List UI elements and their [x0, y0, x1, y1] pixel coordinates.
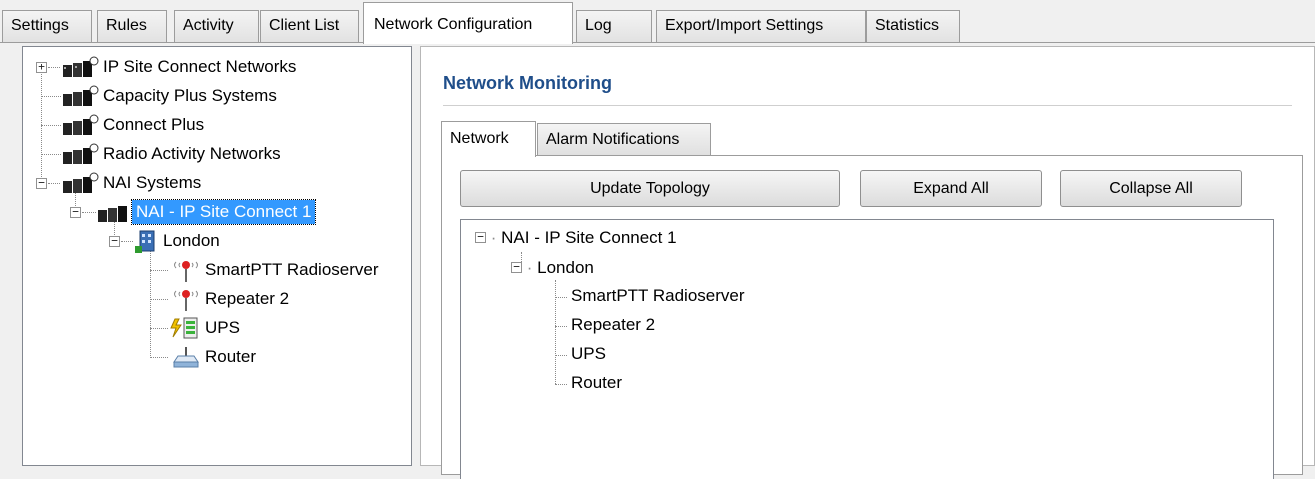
- tree-connector: [41, 96, 61, 97]
- expand-icon[interactable]: +: [36, 61, 47, 73]
- tree-connector: [555, 384, 567, 385]
- network-icon: [63, 143, 99, 164]
- building-icon: [135, 230, 155, 253]
- tabstrip-baseline: [0, 42, 1315, 43]
- network-icon: [98, 206, 127, 222]
- collapse-icon[interactable]: −: [36, 177, 47, 189]
- tree-item-router[interactable]: Router: [23, 343, 411, 372]
- tree-connector: [121, 241, 133, 242]
- tree-item-label: Router: [205, 347, 257, 366]
- expand-all-button[interactable]: Expand All: [860, 170, 1042, 207]
- tab-activity[interactable]: Activity: [174, 10, 259, 42]
- collapse-icon[interactable]: −: [109, 235, 120, 247]
- network-icon: [63, 114, 99, 135]
- tree-item-label: UPS: [205, 318, 240, 337]
- tree-connector: ·: [526, 258, 533, 277]
- topology-root-label: NAI - IP Site Connect 1: [501, 228, 677, 247]
- topology-site-label: London: [537, 258, 594, 277]
- tab-network[interactable]: Network: [441, 121, 536, 157]
- network-tab-content: Update Topology Expand All Collapse All …: [441, 155, 1303, 479]
- tree-item-capacity-plus-systems[interactable]: Capacity Plus Systems: [23, 82, 411, 111]
- tree-connector: [150, 299, 168, 300]
- tab-export-import-settings[interactable]: Export/Import Settings: [656, 10, 866, 42]
- tree-connector: [555, 326, 567, 327]
- tree-item-label: IP Site Connect Networks: [103, 57, 297, 76]
- tree-item-radio-activity-networks[interactable]: Radio Activity Networks: [23, 140, 411, 169]
- topology-device[interactable]: Router: [571, 373, 622, 393]
- tab-rules[interactable]: Rules: [97, 10, 167, 42]
- topology-device[interactable]: UPS: [571, 344, 606, 364]
- tab-alarm-notifications[interactable]: Alarm Notifications: [537, 123, 711, 155]
- tree-connector: [48, 183, 60, 184]
- tree-item-smartptt-radioserver[interactable]: SmartPTT Radioserver: [23, 256, 411, 285]
- topology-tree[interactable]: − · NAI - IP Site Connect 1 − · London S…: [460, 219, 1274, 479]
- tree-item-label: Repeater 2: [205, 289, 290, 308]
- main-tabstrip: Settings Rules Activity Client List Netw…: [0, 0, 1315, 44]
- tree-item-ups[interactable]: UPS: [23, 314, 411, 343]
- radio-tower-icon: [174, 261, 198, 282]
- tab-log[interactable]: Log: [576, 10, 652, 42]
- router-icon: [173, 347, 199, 368]
- tree-item-label: Radio Activity Networks: [103, 144, 281, 163]
- tree-item-label: NAI Systems: [103, 173, 202, 192]
- network-tree[interactable]: + IP Site Connect Networks Capacity Plus…: [22, 46, 412, 466]
- tree-item-label: Capacity Plus Systems: [103, 86, 277, 105]
- tree-item-label: Connect Plus: [103, 115, 205, 134]
- tree-connector: [150, 357, 168, 358]
- topology-site[interactable]: − · London: [511, 258, 594, 278]
- tree-connector: [150, 328, 168, 329]
- tree-item-london[interactable]: − London: [23, 227, 411, 256]
- radio-tower-icon: [174, 290, 198, 311]
- tree-item-nai-ip-site-connect-1[interactable]: − NAI - IP Site Connect 1: [23, 198, 411, 227]
- tree-connector: ·: [490, 228, 497, 247]
- network-icon: [63, 172, 99, 193]
- tab-client-list[interactable]: Client List: [260, 10, 359, 42]
- tab-statistics[interactable]: Statistics: [866, 10, 960, 42]
- tree-item-ip-site-connect-networks[interactable]: + IP Site Connect Networks: [23, 53, 411, 82]
- tree-item-repeater-2[interactable]: Repeater 2: [23, 285, 411, 314]
- network-icon: [63, 56, 99, 77]
- tree-connector: [555, 297, 567, 298]
- topology-device[interactable]: Repeater 2: [571, 315, 655, 335]
- tree-item-label: NAI - IP Site Connect 1: [130, 199, 317, 225]
- tab-settings[interactable]: Settings: [2, 10, 92, 42]
- title-divider: [443, 105, 1292, 106]
- collapse-icon[interactable]: −: [70, 206, 81, 218]
- topology-device[interactable]: SmartPTT Radioserver: [571, 286, 745, 306]
- tree-connector: [555, 280, 556, 384]
- tree-connector: [82, 212, 96, 213]
- tree-item-connect-plus[interactable]: Connect Plus: [23, 111, 411, 140]
- tree-connector: [41, 154, 61, 155]
- tree-connector: [555, 355, 567, 356]
- collapse-icon[interactable]: −: [511, 261, 522, 274]
- tree-item-label: London: [163, 231, 220, 250]
- tree-item-label: SmartPTT Radioserver: [205, 260, 379, 279]
- page-title: Network Monitoring: [443, 73, 612, 93]
- tree-connector: [41, 125, 61, 126]
- tree-item-nai-systems[interactable]: − NAI Systems: [23, 169, 411, 198]
- update-topology-button[interactable]: Update Topology: [460, 170, 840, 207]
- topology-root[interactable]: − · NAI - IP Site Connect 1: [475, 228, 677, 248]
- tree-connector: [48, 67, 60, 68]
- tab-network-configuration[interactable]: Network Configuration: [363, 2, 573, 44]
- collapse-all-button[interactable]: Collapse All: [1060, 170, 1242, 207]
- battery-icon: [170, 317, 198, 339]
- network-monitoring-panel: Network Monitoring Network Alarm Notific…: [420, 46, 1315, 479]
- network-icon: [63, 85, 99, 106]
- tree-connector: [150, 270, 168, 271]
- collapse-icon[interactable]: −: [475, 231, 486, 244]
